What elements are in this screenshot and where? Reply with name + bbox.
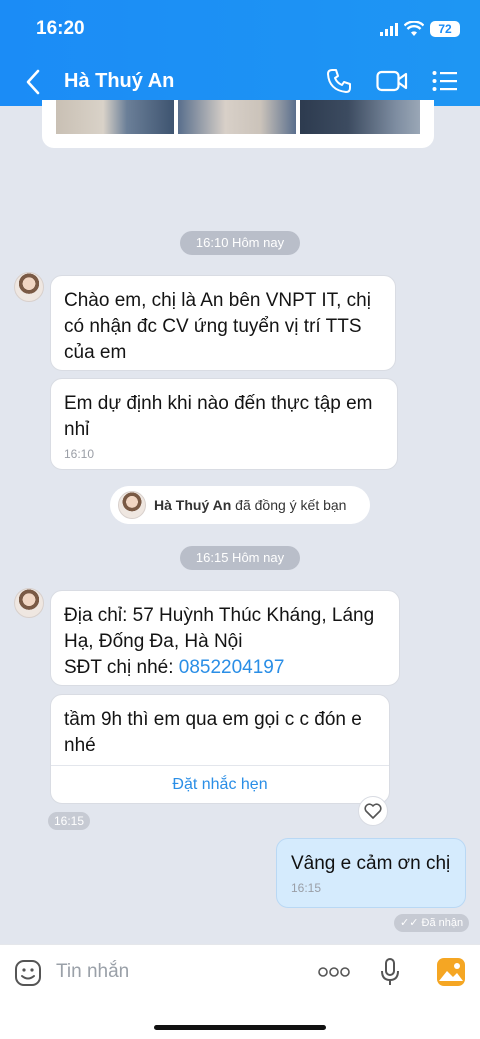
message-bubble[interactable]: Chào em, chị là An bên VNPT IT, chị có n… <box>50 275 396 371</box>
chat-header: 16:20 72 Hà Thuý An <box>0 0 480 106</box>
avatar <box>118 491 146 519</box>
photo-thumbnail[interactable] <box>178 100 296 134</box>
time-separator: 16:15 Hôm nay <box>180 546 300 570</box>
status-time: 16:20 <box>36 18 85 39</box>
message-text: Vâng e cảm ơn chị <box>291 853 451 874</box>
message-bubble[interactable]: Địa chỉ: 57 Huỳnh Thúc Kháng, Láng Hạ, Đ… <box>50 590 400 686</box>
back-icon[interactable] <box>24 68 42 96</box>
battery-indicator: 72 <box>430 21 460 37</box>
friend-name: Hà Thuý An <box>154 497 232 513</box>
heart-icon <box>364 803 382 819</box>
delivery-status: ✓✓ Đã nhận <box>394 914 470 932</box>
sent-message-bubble[interactable]: Vâng e cảm ơn chị 16:15 <box>276 838 466 908</box>
react-button[interactable] <box>358 796 388 826</box>
time-separator: 16:10 Hôm nay <box>180 231 300 255</box>
chat-title[interactable]: Hà Thuý An <box>64 70 174 93</box>
phone-icon[interactable] <box>326 68 352 94</box>
composer-bar: Tin nhắn <box>0 944 480 1039</box>
shared-photos-card[interactable] <box>42 100 434 148</box>
nav-bar: Hà Thuý An <box>0 62 480 102</box>
message-text: SĐT chị nhé: <box>64 657 174 678</box>
avatar[interactable] <box>14 272 44 302</box>
video-call-icon[interactable] <box>376 70 408 92</box>
avatar[interactable] <box>14 588 44 618</box>
message-text: Địa chỉ: 57 Huỳnh Thúc Kháng, Láng Hạ, Đ… <box>64 605 375 652</box>
phone-number-link[interactable]: 0852204197 <box>179 657 285 678</box>
friend-accepted-notice: Hà Thuý An đã đồng ý kết bạn <box>110 486 370 524</box>
emoji-icon[interactable] <box>14 959 42 987</box>
message-time: 16:15 <box>291 881 322 895</box>
photo-thumbnail[interactable] <box>56 100 174 134</box>
message-text: Em dự định khi nào đến thực tập em nhỉ <box>64 393 373 440</box>
more-icon[interactable] <box>318 967 350 977</box>
message-text: tầm 9h thì em qua em gọi c c đón e nhé <box>64 709 362 756</box>
delivery-status-text: Đã nhận <box>421 917 464 929</box>
home-indicator <box>154 1025 326 1030</box>
message-time: 16:15 <box>48 812 91 830</box>
message-bubble[interactable]: Em dự định khi nào đến thực tập em nhỉ 1… <box>50 378 398 470</box>
message-time: 16:10 <box>64 447 95 461</box>
set-reminder-button[interactable]: Đặt nhắc hẹn <box>51 765 389 803</box>
photo-thumbnail[interactable] <box>300 100 420 134</box>
signal-icon <box>380 23 398 36</box>
status-bar: 16:20 72 <box>0 14 480 44</box>
gallery-icon[interactable] <box>436 957 466 987</box>
message-bubble[interactable]: tầm 9h thì em qua em gọi c c đón e nhé Đ… <box>50 694 390 804</box>
microphone-icon[interactable] <box>380 957 400 987</box>
friend-notice-text: đã đồng ý kết bạn <box>235 497 347 513</box>
message-text: Chào em, chị là An bên VNPT IT, chị có n… <box>64 290 371 363</box>
double-check-icon: ✓✓ <box>400 917 419 929</box>
message-input[interactable]: Tin nhắn <box>56 961 129 983</box>
menu-icon[interactable] <box>432 71 458 91</box>
wifi-icon <box>404 21 424 36</box>
